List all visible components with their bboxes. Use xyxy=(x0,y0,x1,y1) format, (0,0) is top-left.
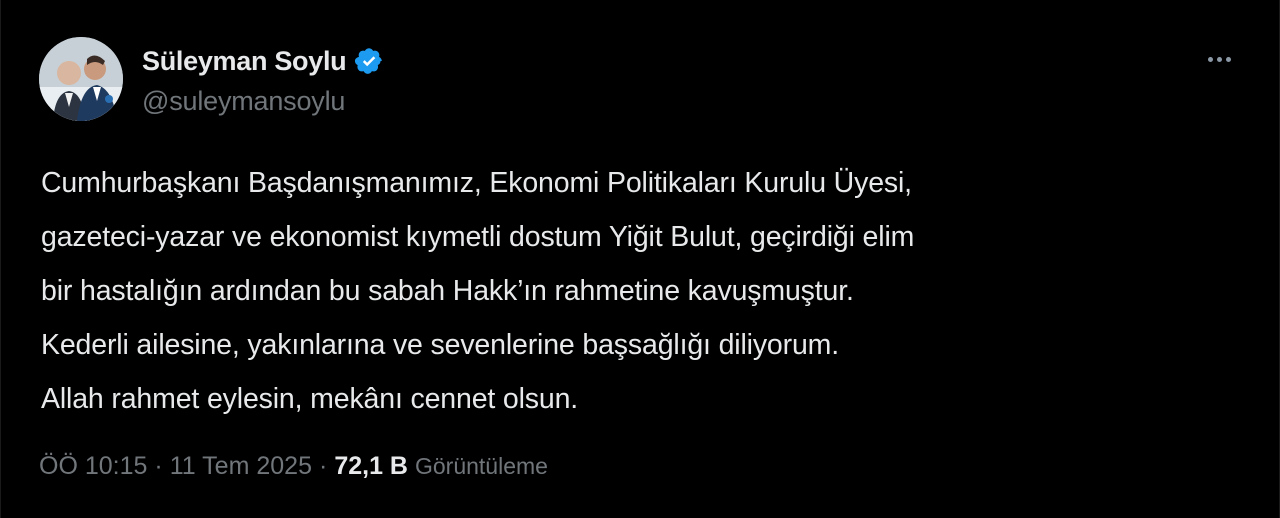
meta-separator: · xyxy=(318,451,328,480)
tweet-text-line: Kederli ailesine, yakınlarına ve sevenle… xyxy=(41,329,840,361)
tweet-time[interactable]: ÖÖ 10:15 xyxy=(39,452,147,481)
meta-separator: · xyxy=(154,451,163,480)
tweet-text: Cumhurbaşkanı Başdanışmanımız, Ekonomi P… xyxy=(41,156,1241,426)
tweet-text-line: bir hastalığın ardından bu sabah Hakk’ın… xyxy=(41,275,854,307)
avatar[interactable] xyxy=(39,37,123,121)
tweet-meta: ÖÖ 10:15 · 11 Tem 2025 · 72,1 B Görüntül… xyxy=(39,448,548,484)
dot xyxy=(1216,56,1222,62)
verified-badge-icon[interactable] xyxy=(354,46,384,76)
author-name-row: Süleyman Soylu xyxy=(142,44,384,78)
tweet-date[interactable]: 11 Tem 2025 xyxy=(170,452,312,481)
tweet-text-line: Cumhurbaşkanı Başdanışmanımız, Ekonomi P… xyxy=(41,167,912,199)
more-dots-icon[interactable] xyxy=(1199,48,1239,70)
avatar-photo xyxy=(39,37,123,121)
views-label[interactable]: Görüntüleme xyxy=(415,453,548,480)
author-handle[interactable]: @suleymansoylu xyxy=(142,86,345,117)
dot xyxy=(1207,56,1213,62)
dot xyxy=(1225,56,1231,62)
tweet-text-line: gazeteci-yazar ve ekonomist kıymetli dos… xyxy=(41,221,915,253)
tweet-card: Süleyman Soylu @suleymansoylu Cumhurbaşk… xyxy=(0,0,1280,518)
views-count[interactable]: 72,1 B xyxy=(334,452,408,481)
tweet-text-line: Allah rahmet eylesin, mekânı cennet olsu… xyxy=(41,383,579,415)
author-display-name[interactable]: Süleyman Soylu xyxy=(142,46,347,77)
